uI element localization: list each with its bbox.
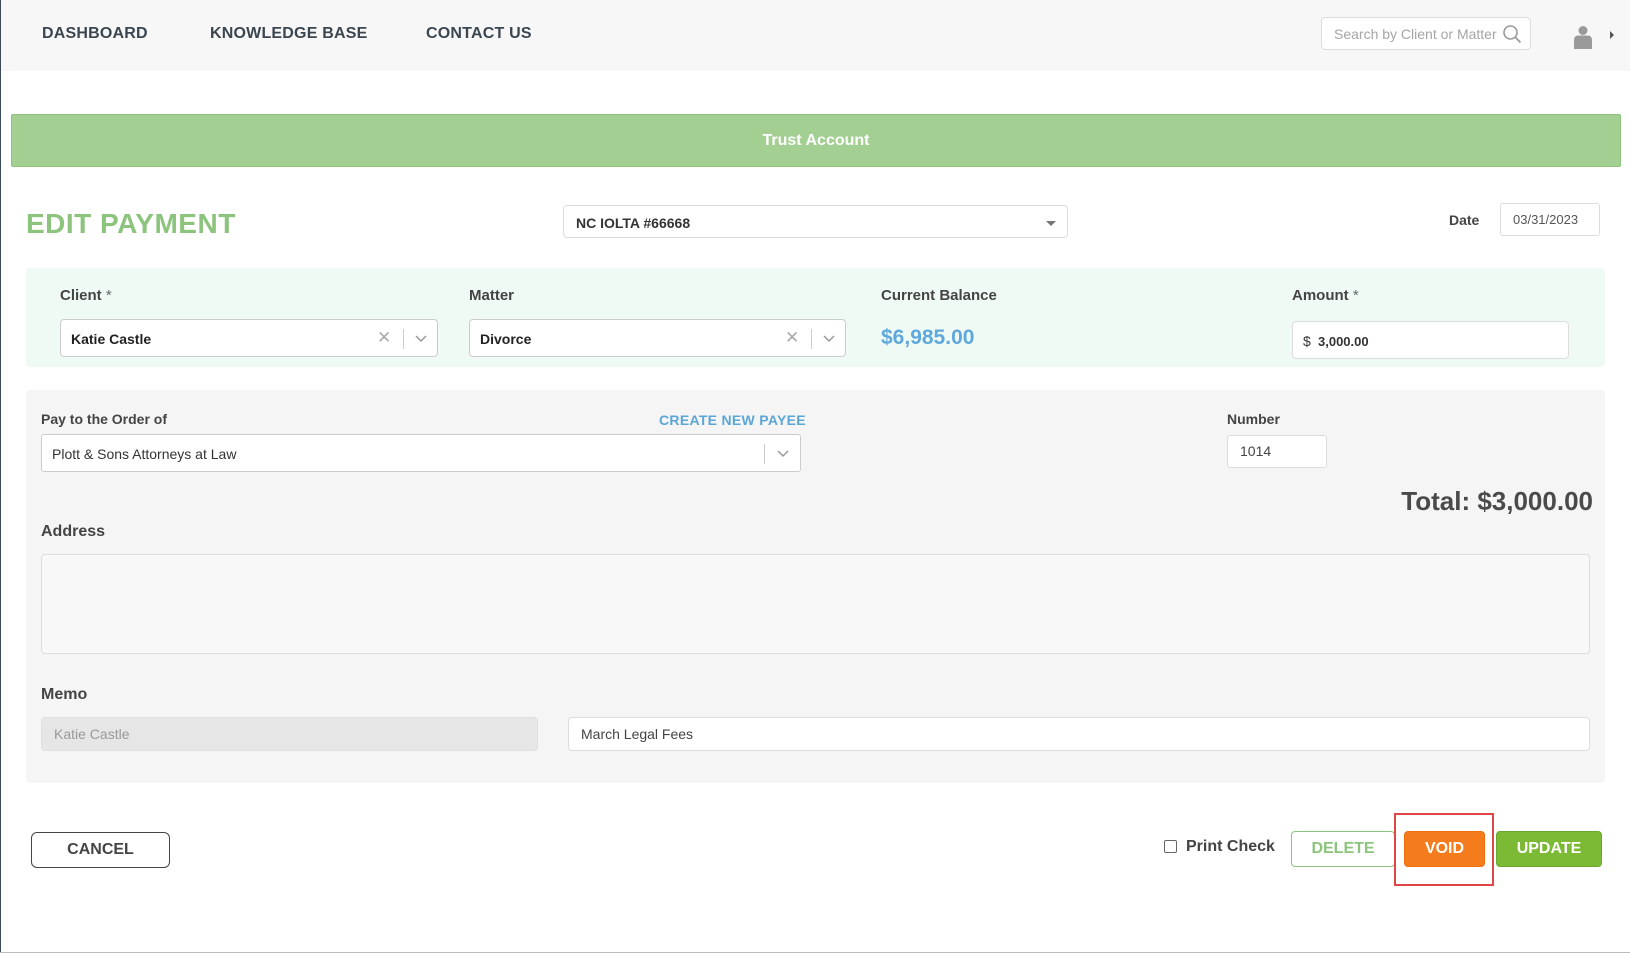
chevron-down-icon[interactable] — [821, 330, 837, 346]
check-number-field[interactable]: 1014 — [1227, 435, 1327, 468]
client-select[interactable]: Katie Castle ✕ — [60, 319, 438, 357]
matter-select-value: Divorce — [480, 331, 532, 347]
delete-button[interactable]: DELETE — [1291, 831, 1395, 867]
search-box — [1321, 17, 1531, 50]
account-select-value: NC IOLTA #66668 — [576, 215, 691, 231]
pay-to-label: Pay to the Order of — [41, 411, 168, 427]
matter-label: Matter — [469, 287, 515, 304]
search-icon[interactable] — [1502, 24, 1522, 44]
client-label: Client * — [60, 287, 112, 304]
trust-account-banner: Trust Account — [11, 114, 1621, 167]
currency-symbol: $ — [1303, 333, 1311, 349]
address-label: Address — [41, 523, 106, 540]
payee-select-value: Plott & Sons Attorneys at Law — [52, 446, 237, 462]
print-check-checkbox[interactable] — [1164, 840, 1177, 853]
memo-label: Memo — [41, 686, 88, 703]
separator — [764, 444, 765, 464]
address-field[interactable] — [41, 554, 1590, 654]
required-mark: * — [1352, 287, 1359, 304]
separator — [811, 329, 812, 349]
date-field[interactable]: 03/31/2023 — [1500, 203, 1600, 236]
separator — [403, 329, 404, 349]
nav-knowledge-base[interactable]: KNOWLEDGE BASE — [210, 25, 367, 43]
print-check-label[interactable]: Print Check — [1186, 838, 1275, 856]
account-select[interactable]: NC IOLTA #66668 — [563, 205, 1068, 238]
required-mark: * — [105, 287, 112, 304]
payee-select[interactable]: Plott & Sons Attorneys at Law — [41, 434, 801, 472]
left-border — [0, 0, 1, 953]
amount-value: 3,000.00 — [1318, 334, 1369, 349]
page-title: EDIT PAYMENT — [26, 208, 236, 239]
void-highlight-box — [1394, 813, 1494, 886]
date-label: Date — [1449, 212, 1480, 228]
user-icon[interactable] — [1572, 25, 1594, 49]
client-select-value: Katie Castle — [71, 331, 152, 347]
clear-matter-icon[interactable]: ✕ — [785, 329, 799, 346]
top-navigation: DASHBOARD KNOWLEDGE BASE CONTACT US — [1, 0, 1630, 71]
nav-contact-us[interactable]: CONTACT US — [426, 25, 532, 43]
current-balance-label: Current Balance — [881, 287, 997, 304]
update-button[interactable]: UPDATE — [1496, 831, 1602, 867]
chevron-down-icon[interactable] — [413, 330, 429, 346]
caret-right-icon[interactable] — [1610, 31, 1614, 39]
dropdown-arrow-icon — [1046, 221, 1056, 226]
memo-client-field: Katie Castle — [41, 717, 538, 751]
search-input[interactable] — [1334, 26, 1499, 42]
matter-select[interactable]: Divorce ✕ — [469, 319, 846, 357]
memo-field[interactable]: March Legal Fees — [568, 717, 1590, 751]
amount-field[interactable]: $ 3,000.00 — [1292, 321, 1569, 359]
payment-total: Total: $3,000.00 — [1401, 486, 1593, 516]
clear-client-icon[interactable]: ✕ — [377, 329, 391, 346]
nav-dashboard[interactable]: DASHBOARD — [42, 25, 148, 43]
amount-label: Amount * — [1292, 287, 1359, 304]
create-new-payee-link[interactable]: CREATE NEW PAYEE — [659, 412, 806, 428]
number-label: Number — [1227, 411, 1280, 427]
chevron-down-icon[interactable] — [775, 445, 791, 461]
current-balance-value: $6,985.00 — [881, 326, 975, 349]
cancel-button[interactable]: CANCEL — [31, 832, 170, 868]
